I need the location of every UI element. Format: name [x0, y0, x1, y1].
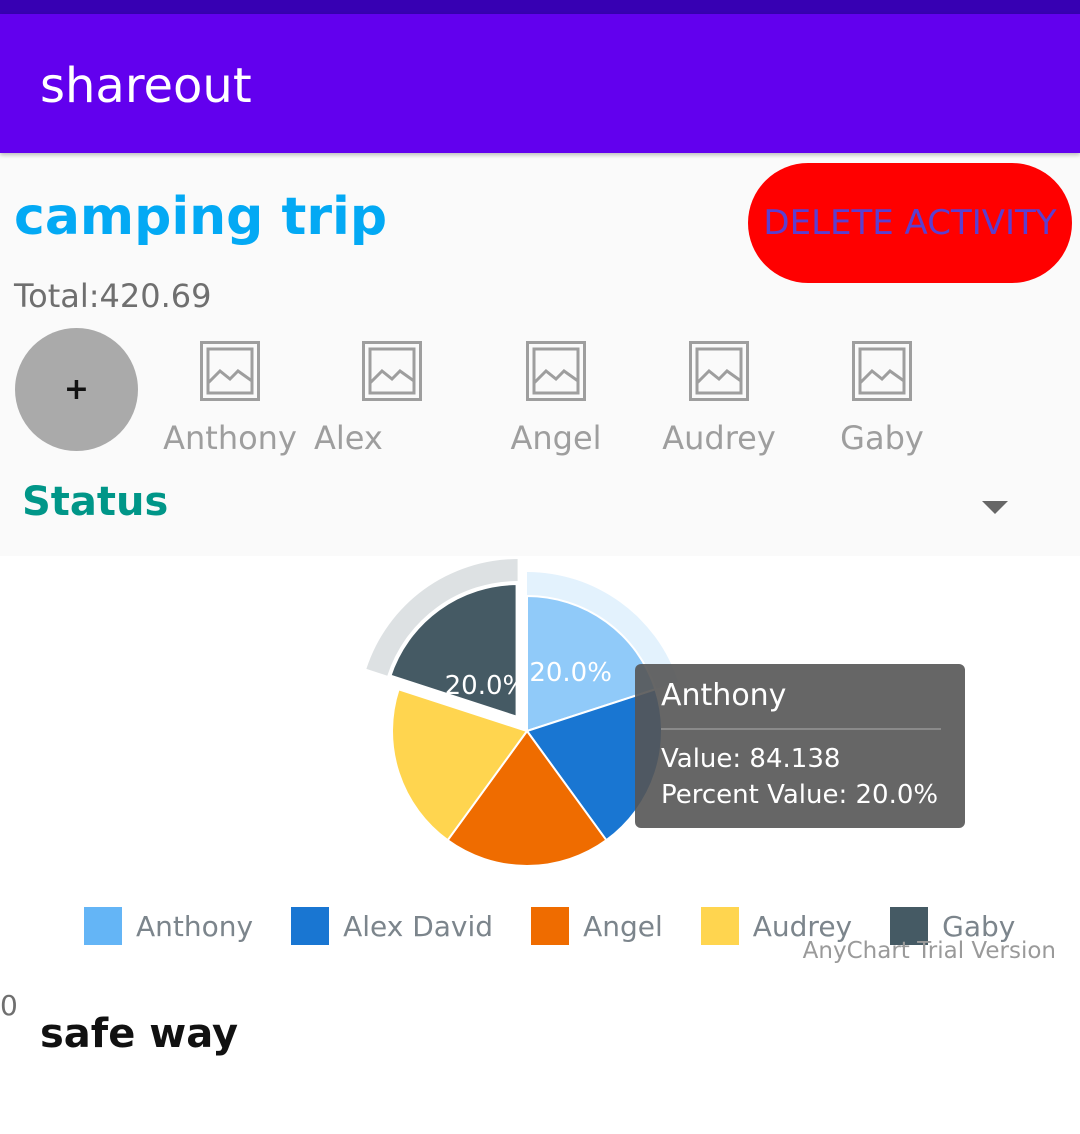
member-anthony[interactable]: Anthony [160, 341, 300, 471]
expense-amount: 0 [0, 989, 18, 1022]
tooltip-divider [661, 728, 941, 730]
dropdown-arrow-icon[interactable] [982, 501, 1008, 514]
chart-tooltip: Anthony Value: 84.138 Percent Value: 20.… [635, 664, 965, 828]
member-alex[interactable]: Alex [314, 341, 462, 471]
activity-total: Total:420.69 [14, 277, 212, 315]
image-placeholder-icon [362, 341, 422, 401]
add-member-button[interactable]: + [15, 328, 138, 451]
member-name: Angel [510, 419, 602, 457]
legend-item[interactable]: Angel [531, 907, 663, 945]
tooltip-title: Anthony [661, 678, 787, 713]
member-name: Gaby [840, 419, 924, 457]
expense-name[interactable]: safe way [40, 1011, 238, 1057]
image-placeholder-icon [526, 341, 586, 401]
system-status-bar [0, 0, 1080, 14]
member-audrey[interactable]: Audrey [649, 341, 789, 471]
legend-item[interactable]: Alex David [291, 907, 493, 945]
legend-swatch [531, 907, 570, 945]
member-angel[interactable]: Angel [486, 341, 626, 471]
legend-swatch [84, 907, 122, 945]
app-title: shareout [40, 58, 252, 114]
image-placeholder-icon [200, 341, 260, 401]
image-placeholder-icon [852, 341, 912, 401]
legend-label: Alex David [343, 909, 494, 943]
app-bar: shareout [0, 14, 1080, 153]
member-name: Anthony [163, 419, 297, 457]
member-name: Alex [314, 419, 383, 457]
delete-activity-button[interactable]: DELETE ACTIVITY [748, 163, 1072, 283]
image-placeholder-icon [689, 341, 749, 401]
member-gaby[interactable]: Gaby [812, 341, 952, 471]
activity-detail: camping trip DELETE ACTIVITY Total:420.6… [0, 153, 1080, 1134]
legend-swatch [700, 907, 739, 945]
pie-label: 20.0% [445, 671, 528, 701]
chart-watermark: AnyChart Trial Version [802, 938, 1056, 964]
legend-label: Angel [583, 909, 663, 943]
legend-item[interactable]: Anthony [84, 907, 253, 945]
tooltip-value: Value: 84.138 [661, 744, 841, 774]
legend-swatch [291, 907, 330, 945]
pie-label: 20.0% [529, 658, 612, 688]
activity-title: camping trip [14, 187, 388, 247]
legend-label: Anthony [136, 909, 254, 943]
member-name: Audrey [662, 419, 776, 457]
status-spinner-label[interactable]: Status [22, 479, 168, 525]
tooltip-percent: Percent Value: 20.0% [661, 780, 939, 810]
